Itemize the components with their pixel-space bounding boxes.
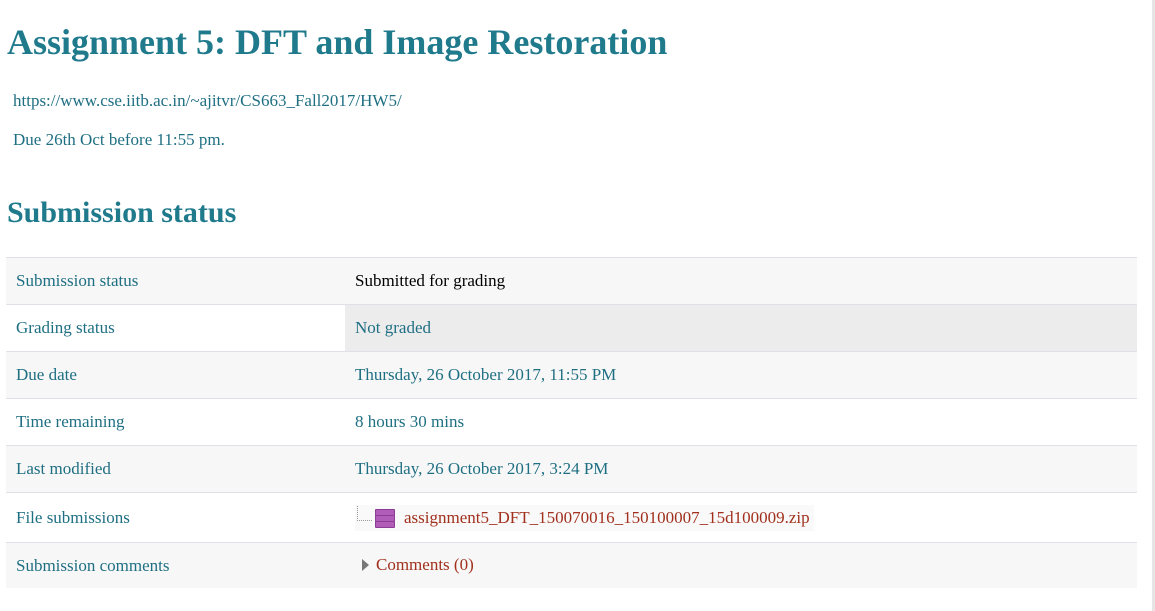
table-row-time-remaining: Time remaining 8 hours 30 mins (6, 398, 1137, 446)
assignment-title: Assignment 5: DFT and Image Restoration (7, 22, 668, 62)
table-row-last-modified: Last modified Thursday, 26 October 2017,… (6, 445, 1137, 493)
table-row-file-submissions: File submissions assignment5_DFT_1500700… (6, 492, 1137, 543)
table-row-grading-status: Grading status Not graded (6, 304, 1137, 352)
assignment-due-text: Due 26th Oct before 11:55 pm. (13, 130, 225, 149)
comments-link[interactable]: Comments (0) (376, 555, 474, 575)
submitted-file-link[interactable]: assignment5_DFT_150070016_150100007_15d1… (404, 508, 810, 528)
row-label: Last modified (6, 445, 345, 493)
comments-toggle[interactable]: Comments (0) (355, 555, 474, 575)
table-row-due-date: Due date Thursday, 26 October 2017, 11:5… (6, 351, 1137, 399)
archive-icon (374, 508, 395, 528)
row-label: Submission status (6, 257, 345, 305)
row-value: Submitted for grading (345, 257, 1137, 305)
row-label: Grading status (6, 304, 345, 352)
expand-triangle-icon[interactable] (362, 559, 369, 571)
assignment-url-text: https://www.cse.iitb.ac.in/~ajitvr/CS663… (13, 91, 402, 110)
table-row-submission-status: Submission status Submitted for grading (6, 257, 1137, 305)
file-tree-item: assignment5_DFT_150070016_150100007_15d1… (355, 504, 814, 531)
table-row-submission-comments: Submission comments Comments (0) (6, 542, 1137, 588)
row-value: Thursday, 26 October 2017, 3:24 PM (345, 445, 1137, 493)
row-value: assignment5_DFT_150070016_150100007_15d1… (345, 492, 1137, 543)
row-value: Not graded (345, 304, 1137, 352)
row-value: Thursday, 26 October 2017, 11:55 PM (345, 351, 1137, 399)
row-value: Comments (0) (345, 542, 1137, 588)
assignment-page: Assignment 5: DFT and Image Restoration … (0, 0, 1155, 611)
tree-connector-icon (357, 506, 372, 521)
row-label: Submission comments (6, 542, 345, 588)
row-label: Due date (6, 351, 345, 399)
row-label: File submissions (6, 492, 345, 543)
submission-status-table: Submission status Submitted for grading … (6, 257, 1137, 588)
row-value: 8 hours 30 mins (345, 398, 1137, 446)
submission-status-heading: Submission status (7, 196, 237, 229)
row-label: Time remaining (6, 398, 345, 446)
